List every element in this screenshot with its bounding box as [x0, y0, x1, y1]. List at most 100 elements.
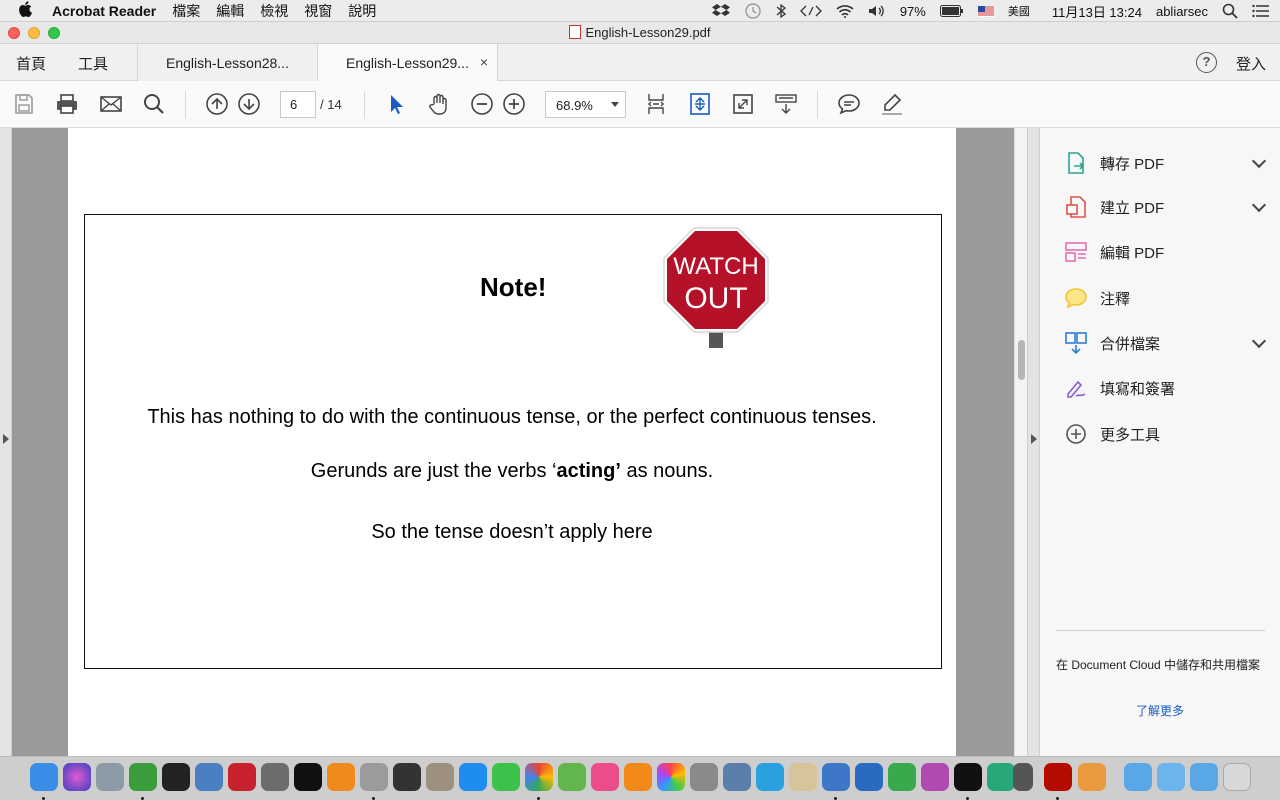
- apple-menu-icon[interactable]: [18, 0, 40, 21]
- spotlight-icon[interactable]: [1222, 3, 1238, 19]
- app-menu[interactable]: Acrobat Reader: [52, 3, 156, 19]
- tool-create-pdf[interactable]: 建立 PDF: [1064, 192, 1267, 222]
- menu-window[interactable]: 視窗: [304, 1, 332, 21]
- pycharm-icon[interactable]: [954, 763, 982, 791]
- powerpoint-like-icon[interactable]: [1078, 763, 1106, 791]
- select-tool-icon[interactable]: [384, 92, 408, 116]
- cloudapp-icon[interactable]: [360, 763, 388, 791]
- preview-icon[interactable]: [789, 763, 817, 791]
- clock[interactable]: 11月13日 13:24: [1052, 2, 1142, 21]
- volume-icon[interactable]: [868, 4, 886, 18]
- facetime-icon[interactable]: [492, 763, 520, 791]
- zoom-out-icon[interactable]: [470, 92, 494, 116]
- stop-sign-text-line2: OUT: [684, 282, 747, 315]
- finder-icon[interactable]: [30, 763, 58, 791]
- script-menu-icon[interactable]: [799, 4, 822, 18]
- app-store-icon[interactable]: [459, 763, 487, 791]
- sign-in-button[interactable]: 登入: [1236, 53, 1266, 74]
- audio-app-icon[interactable]: [921, 763, 949, 791]
- pen-tool-icon[interactable]: [1013, 763, 1033, 791]
- zoom-in-icon[interactable]: [502, 92, 526, 116]
- chevron-down-icon: [611, 102, 619, 107]
- scroll-mode-icon[interactable]: [688, 92, 712, 116]
- chrome-icon[interactable]: [525, 763, 553, 791]
- menu-view[interactable]: 檢視: [260, 1, 288, 21]
- quicktime-icon[interactable]: [393, 763, 421, 791]
- home-tab[interactable]: 首頁: [16, 53, 46, 74]
- learn-more-link[interactable]: 了解更多: [1040, 702, 1280, 719]
- battery-icon[interactable]: [939, 5, 964, 17]
- chevron-down-icon[interactable]: [1251, 197, 1267, 213]
- tool-edit-pdf[interactable]: 編輯 PDF: [1064, 237, 1264, 267]
- comment-tool-icon[interactable]: [837, 92, 861, 116]
- print-icon[interactable]: [55, 92, 79, 116]
- page-number-input[interactable]: 6: [280, 91, 316, 118]
- word-icon[interactable]: [822, 763, 850, 791]
- dropbox-icon[interactable]: [711, 4, 730, 18]
- vertical-scrollbar[interactable]: [1014, 128, 1027, 756]
- email-icon[interactable]: [99, 92, 123, 116]
- system-preferences-icon[interactable]: [261, 763, 289, 791]
- chevron-down-icon[interactable]: [1251, 333, 1267, 349]
- menu-edit[interactable]: 編輯: [216, 1, 244, 21]
- help-icon[interactable]: ?: [1196, 52, 1217, 73]
- fit-page-icon[interactable]: [644, 92, 668, 116]
- hand-tool-icon[interactable]: [427, 92, 451, 116]
- menu-help[interactable]: 說明: [348, 1, 376, 21]
- atom-icon[interactable]: [987, 763, 1015, 791]
- tool-more-tools[interactable]: 更多工具: [1064, 419, 1264, 449]
- applications-folder-icon[interactable]: [1124, 763, 1152, 791]
- trash-icon[interactable]: [1223, 763, 1251, 791]
- sequel-pro-icon[interactable]: [690, 763, 718, 791]
- utorrent-icon[interactable]: [888, 763, 916, 791]
- user-menu[interactable]: abliarsec: [1156, 4, 1208, 19]
- time-machine-icon[interactable]: [744, 2, 762, 20]
- itunes-icon[interactable]: [591, 763, 619, 791]
- siri-icon[interactable]: [63, 763, 91, 791]
- sourcetree-icon[interactable]: [558, 763, 586, 791]
- menu-file[interactable]: 檔案: [172, 1, 200, 21]
- right-panel-toggle[interactable]: [1027, 128, 1040, 756]
- script-editor-icon[interactable]: [426, 763, 454, 791]
- terminal-icon[interactable]: [294, 763, 322, 791]
- full-screen-icon[interactable]: [731, 92, 755, 116]
- left-panel-toggle[interactable]: [0, 128, 12, 756]
- pdf-file-icon: [569, 25, 582, 39]
- save-icon[interactable]: [12, 92, 36, 116]
- filezilla-icon[interactable]: [228, 763, 256, 791]
- input-source[interactable]: 美國: [1008, 3, 1030, 19]
- zoom-level-select[interactable]: 68.9%: [545, 91, 626, 118]
- highlight-tool-icon[interactable]: [880, 92, 904, 116]
- virtualbox-icon[interactable]: [723, 763, 751, 791]
- chevron-down-icon[interactable]: [1251, 153, 1267, 169]
- downloads-folder-icon[interactable]: [1190, 763, 1218, 791]
- bluetooth-icon[interactable]: [776, 3, 786, 19]
- slack-icon[interactable]: [195, 763, 223, 791]
- tools-tab[interactable]: 工具: [78, 53, 108, 74]
- vlc-icon[interactable]: [327, 763, 355, 791]
- documents-folder-icon[interactable]: [1157, 763, 1185, 791]
- tool-export-pdf[interactable]: 轉存 PDF: [1064, 148, 1267, 178]
- wifi-icon[interactable]: [836, 4, 854, 18]
- search-icon[interactable]: [142, 92, 166, 116]
- wifi-explorer-icon[interactable]: [756, 763, 784, 791]
- us-flag-icon[interactable]: [977, 5, 994, 17]
- notification-center-icon[interactable]: [1252, 4, 1270, 18]
- photos-icon[interactable]: [657, 763, 685, 791]
- tool-comment[interactable]: 注釋: [1064, 283, 1264, 313]
- activity-monitor-icon[interactable]: [162, 763, 190, 791]
- acrobat-reader-icon[interactable]: [1044, 763, 1072, 791]
- read-mode-icon[interactable]: [774, 92, 798, 116]
- tool-fill-sign[interactable]: 填寫和簽署: [1064, 373, 1264, 403]
- previous-page-icon[interactable]: [205, 92, 229, 116]
- close-tab-icon[interactable]: ×: [480, 54, 488, 70]
- next-page-icon[interactable]: [237, 92, 261, 116]
- document-tab-lesson28[interactable]: English-Lesson28...: [137, 44, 317, 81]
- evernote-icon[interactable]: [129, 763, 157, 791]
- launchpad-icon[interactable]: [96, 763, 124, 791]
- document-tab-lesson29[interactable]: English-Lesson29... ×: [317, 44, 498, 82]
- ibooks-icon[interactable]: [624, 763, 652, 791]
- qq-browser-icon[interactable]: [855, 763, 883, 791]
- scrollbar-thumb[interactable]: [1018, 340, 1025, 380]
- tool-combine-files[interactable]: 合併檔案: [1064, 328, 1267, 358]
